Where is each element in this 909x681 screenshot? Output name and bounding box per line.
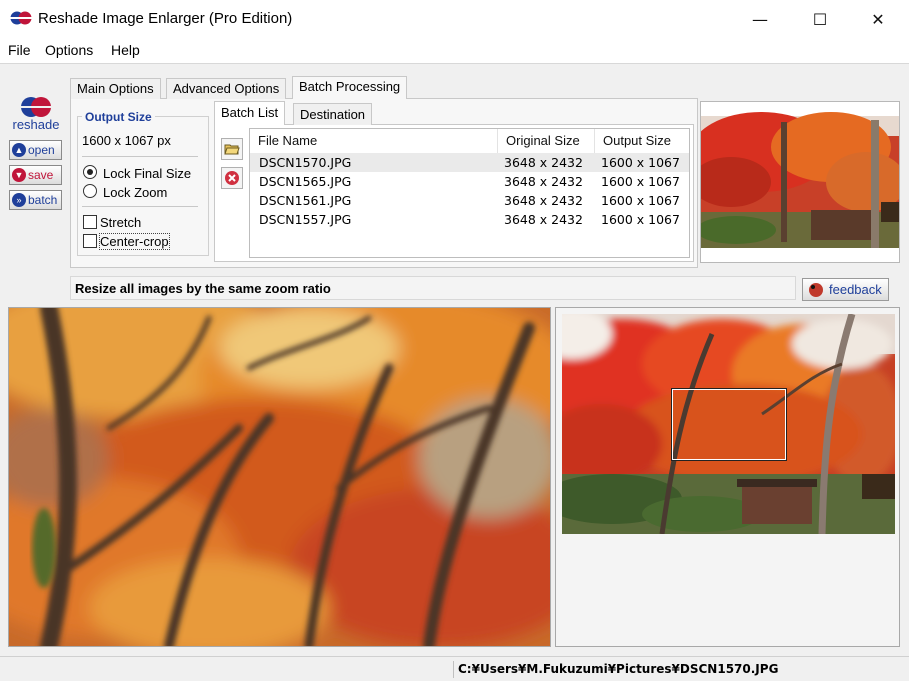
- remove-file-button[interactable]: [221, 167, 243, 189]
- preview-image: [9, 308, 550, 646]
- file-name-cell: DSCN1565.JPG: [259, 174, 352, 189]
- lock-zoom-radio[interactable]: [83, 184, 97, 198]
- ladybug-icon: [809, 282, 823, 297]
- table-row[interactable]: DSCN1570.JPG 3648 x 2432 1600 x 1067: [250, 153, 689, 172]
- lock-final-size-label[interactable]: Lock Final Size: [103, 166, 191, 181]
- feedback-button[interactable]: feedback: [802, 278, 889, 301]
- add-files-button[interactable]: [221, 138, 243, 160]
- app-logo-icon: [10, 11, 32, 25]
- status-bar: C:¥Users¥M.Fukuzumi¥Pictures¥DSCN1570.JP…: [0, 656, 909, 681]
- maximize-button[interactable]: ☐: [797, 0, 843, 38]
- column-header-output-size[interactable]: Output Size: [595, 129, 691, 153]
- output-size-value: 1600 x 1067 px: [82, 133, 171, 148]
- title-bar: Reshade Image Enlarger (Pro Edition) — ☐…: [0, 0, 909, 38]
- source-image[interactable]: [562, 314, 895, 534]
- table-row[interactable]: DSCN1557.JPG 3648 x 2432 1600 x 1067: [250, 210, 689, 229]
- batch-button[interactable]: » batch: [9, 190, 62, 210]
- menu-help[interactable]: Help: [111, 42, 140, 58]
- lock-final-size-radio[interactable]: [83, 165, 97, 179]
- tab-destination[interactable]: Destination: [293, 103, 373, 125]
- output-size-title: Output Size: [82, 110, 155, 124]
- close-button[interactable]: ✕: [855, 0, 901, 38]
- logo-text: reshade: [12, 117, 60, 132]
- original-size-cell: 3648 x 2432: [504, 193, 583, 208]
- menu-options[interactable]: Options: [45, 42, 93, 58]
- save-button[interactable]: ▼ save: [9, 165, 62, 185]
- zoom-region-selector[interactable]: [671, 388, 787, 461]
- source-image-panel: [555, 307, 900, 647]
- original-size-cell: 3648 x 2432: [504, 174, 583, 189]
- file-name-cell: DSCN1561.JPG: [259, 193, 352, 208]
- output-size-cell: 1600 x 1067: [601, 212, 680, 227]
- status-file-path: C:¥Users¥M.Fukuzumi¥Pictures¥DSCN1570.JP…: [458, 662, 779, 676]
- open-icon: ▲: [12, 143, 26, 157]
- menu-file[interactable]: File: [8, 42, 31, 58]
- minimize-button[interactable]: —: [737, 0, 783, 38]
- stretch-checkbox[interactable]: [83, 215, 97, 229]
- table-row[interactable]: DSCN1561.JPG 3648 x 2432 1600 x 1067: [250, 191, 689, 210]
- thumbnail-preview: [700, 101, 900, 263]
- tab-batch-list[interactable]: Batch List: [214, 101, 286, 125]
- file-list-table: File Name Original Size Output Size DSCN…: [249, 128, 690, 258]
- tab-advanced-options[interactable]: Advanced Options: [166, 78, 287, 99]
- divider: [82, 206, 198, 207]
- reshade-logo: reshade: [10, 96, 62, 136]
- file-name-cell: DSCN1570.JPG: [259, 155, 352, 170]
- save-label: save: [28, 168, 54, 182]
- output-size-cell: 1600 x 1067: [601, 174, 680, 189]
- status-divider: [453, 661, 454, 678]
- open-label: open: [28, 143, 55, 157]
- tab-main-options[interactable]: Main Options: [70, 78, 161, 99]
- save-icon: ▼: [12, 168, 26, 182]
- table-row[interactable]: DSCN1565.JPG 3648 x 2432 1600 x 1067: [250, 172, 689, 191]
- reshade-logo-icon: [20, 97, 52, 117]
- thumbnail-image: [701, 102, 899, 262]
- open-folder-icon: [224, 144, 240, 155]
- original-size-cell: 3648 x 2432: [504, 155, 583, 170]
- output-size-cell: 1600 x 1067: [601, 155, 680, 170]
- batch-label: batch: [28, 193, 58, 207]
- hint-text: Resize all images by the same zoom ratio: [70, 276, 796, 300]
- original-size-cell: 3648 x 2432: [504, 212, 583, 227]
- divider: [82, 156, 198, 157]
- enlarged-preview[interactable]: [8, 307, 551, 647]
- batch-icon: »: [12, 193, 26, 207]
- window-title: Reshade Image Enlarger (Pro Edition): [38, 10, 293, 27]
- column-header-file-name[interactable]: File Name: [250, 129, 498, 153]
- output-size-cell: 1600 x 1067: [601, 193, 680, 208]
- tab-batch-processing[interactable]: Batch Processing: [292, 76, 408, 99]
- center-crop-checkbox[interactable]: [83, 234, 97, 248]
- lock-zoom-label[interactable]: Lock Zoom: [103, 185, 167, 200]
- stretch-label[interactable]: Stretch: [100, 215, 141, 230]
- column-header-original-size[interactable]: Original Size: [498, 129, 595, 153]
- open-button[interactable]: ▲ open: [9, 140, 62, 160]
- feedback-label: feedback: [829, 282, 882, 297]
- menu-bar: File Options Help: [0, 38, 909, 64]
- delete-icon: [225, 171, 239, 185]
- center-crop-label[interactable]: Center-crop: [99, 233, 170, 250]
- file-name-cell: DSCN1557.JPG: [259, 212, 352, 227]
